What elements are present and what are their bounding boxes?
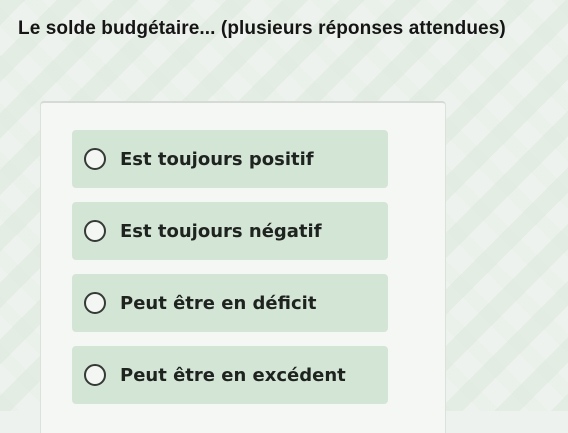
option-label: Est toujours positif	[120, 148, 314, 170]
radio-button-icon[interactable]	[84, 220, 106, 242]
radio-button-icon[interactable]	[84, 364, 106, 386]
radio-button-icon[interactable]	[84, 292, 106, 314]
option-peut-etre-en-deficit[interactable]: Peut être en déficit	[72, 274, 388, 332]
question-title: Le solde budgétaire... (plusieurs répons…	[18, 18, 506, 39]
radio-button-icon[interactable]	[84, 148, 106, 170]
option-est-toujours-negatif[interactable]: Est toujours négatif	[72, 202, 388, 260]
option-label: Peut être en déficit	[120, 292, 317, 314]
option-label: Peut être en excédent	[120, 364, 346, 386]
option-peut-etre-en-excedent[interactable]: Peut être en excédent	[72, 346, 388, 404]
option-label: Est toujours négatif	[120, 220, 322, 242]
option-est-toujours-positif[interactable]: Est toujours positif	[72, 130, 388, 188]
